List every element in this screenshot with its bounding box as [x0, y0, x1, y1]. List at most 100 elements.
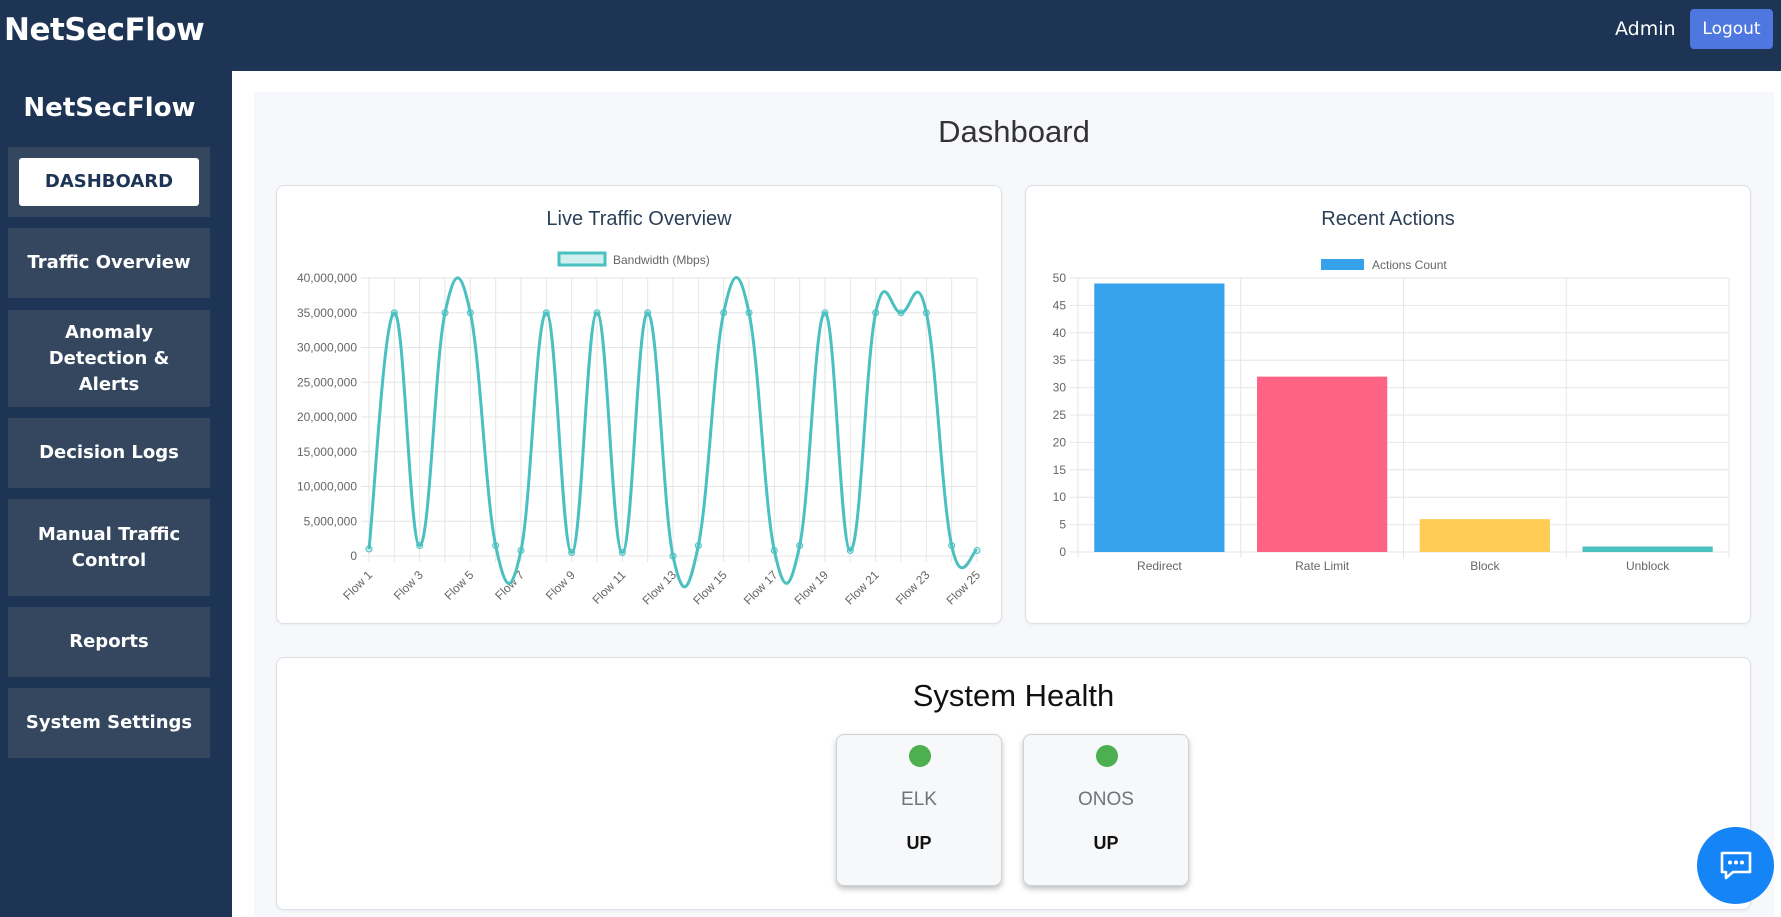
- data-point: [416, 542, 424, 550]
- y-tick-label: 20: [1053, 435, 1067, 449]
- bar: [1419, 519, 1550, 552]
- data-point: [922, 309, 930, 317]
- service-status: UP: [906, 833, 932, 853]
- x-tick-label: Flow 17: [741, 568, 781, 608]
- data-point: [593, 309, 601, 317]
- system-health-card: System Health ELK UP ONOS UP: [276, 657, 1751, 910]
- y-tick-label: 30,000,000: [297, 341, 357, 355]
- data-point: [441, 309, 449, 317]
- user-name: Admin: [1615, 18, 1676, 40]
- y-tick-label: 35: [1053, 353, 1067, 367]
- chat-button[interactable]: [1697, 827, 1774, 904]
- y-tick-label: 0: [1059, 545, 1066, 559]
- sidebar-item-system-settings[interactable]: System Settings: [8, 688, 210, 758]
- sidebar-item-manual-traffic-control[interactable]: Manual Traffic Control: [8, 499, 210, 596]
- data-point: [618, 549, 626, 557]
- y-tick-label: 35,000,000: [297, 306, 357, 320]
- actions-bar-chart: Actions Count 0 5 10 15 20 25 30 35 40 45 50 Redirec…: [1053, 258, 1730, 573]
- sidebar-item-anomaly-detection[interactable]: Anomaly Detection & Alerts: [8, 310, 210, 407]
- y-tick-label: 50: [1053, 271, 1067, 285]
- data-point: [948, 542, 956, 550]
- brand-logo[interactable]: NetSecFlow: [4, 12, 205, 48]
- y-tick-label: 20,000,000: [297, 410, 357, 424]
- sidebar-item-decision-logs[interactable]: Decision Logs: [8, 418, 210, 488]
- logout-button[interactable]: Logout: [1690, 9, 1773, 49]
- data-point: [821, 309, 829, 317]
- traffic-line-chart: Bandwidth (Mbps) 0 5,000,000 10,000,000 15,0…: [297, 251, 984, 608]
- y-tick-label: 0: [350, 549, 357, 563]
- x-tick-label: Redirect: [1137, 559, 1182, 573]
- sidebar-item-traffic-overview[interactable]: Traffic Overview: [8, 228, 210, 298]
- x-tick-label: Flow 19: [792, 568, 832, 608]
- y-tick-label: 40: [1053, 326, 1067, 340]
- data-point: [973, 546, 981, 554]
- data-point: [568, 549, 576, 557]
- sidebar-item-label: System Settings: [25, 712, 193, 733]
- status-dot: [909, 745, 931, 767]
- x-tick-label: Unblock: [1626, 559, 1670, 573]
- x-tick-label: Flow 15: [690, 568, 730, 608]
- y-tick-label: 15,000,000: [297, 445, 357, 459]
- status-dot: [1096, 745, 1118, 767]
- data-point: [770, 546, 778, 554]
- data-point: [796, 542, 804, 550]
- service-name: ONOS: [1078, 789, 1134, 810]
- data-point: [466, 309, 474, 317]
- service-name: ELK: [901, 789, 937, 810]
- y-tick-label: 10: [1053, 490, 1067, 504]
- x-tick-label: Flow 21: [842, 568, 882, 608]
- chat-icon: [1720, 851, 1751, 879]
- x-tick-label: Block: [1470, 559, 1500, 573]
- traffic-chart-card: Live Traffic Overview Bandwidth (Mbps) 0 5…: [276, 185, 1002, 624]
- system-health-title: System Health: [912, 678, 1115, 713]
- main-content: Dashboard Live Traffic Overview Bandwidt…: [254, 92, 1774, 917]
- sidebar-title: NetSecFlow: [23, 93, 196, 123]
- service-card-onos: ONOS UP: [1023, 734, 1189, 886]
- data-point: [365, 545, 373, 553]
- sidebar-item-dashboard[interactable]: DASHBOARD: [8, 147, 210, 217]
- data-point: [846, 546, 854, 554]
- y-tick-label: 25: [1053, 408, 1067, 422]
- data-point: [644, 309, 652, 317]
- y-tick-label: 5,000,000: [304, 514, 358, 528]
- y-tick-label: 45: [1053, 298, 1067, 312]
- top-navbar: NetSecFlow Admin Logout: [0, 0, 1781, 71]
- x-tick-label: Rate Limit: [1295, 559, 1350, 573]
- sidebar: NetSecFlow DASHBOARD Traffic Overview An…: [0, 71, 232, 917]
- legend-label: Actions Count: [1372, 258, 1447, 272]
- sidebar-item-reports[interactable]: Reports: [8, 607, 210, 677]
- sidebar-item-label: Traffic Overview: [27, 252, 191, 273]
- sidebar-item-label: Reports: [69, 631, 149, 652]
- sidebar-item-label: Decision Logs: [39, 442, 179, 463]
- data-point: [872, 309, 880, 317]
- legend-swatch: [1321, 259, 1364, 270]
- x-tick-label: Flow 1: [340, 568, 375, 603]
- y-tick-label: 5: [1059, 518, 1066, 532]
- x-tick-label: Flow 23: [893, 568, 933, 608]
- page-title: Dashboard: [938, 114, 1090, 149]
- x-tick-label: Flow 3: [391, 568, 426, 603]
- sidebar-item-label: DASHBOARD: [19, 158, 199, 206]
- y-tick-label: 15: [1053, 463, 1067, 477]
- x-tick-label: Flow 5: [442, 568, 477, 603]
- y-tick-label: 30: [1053, 381, 1067, 395]
- x-tick-label: Flow 11: [589, 568, 628, 607]
- data-point: [390, 309, 398, 317]
- y-tick-label: 10,000,000: [297, 480, 357, 494]
- x-tick-label: Flow 9: [543, 568, 578, 603]
- y-tick-label: 40,000,000: [297, 271, 357, 285]
- service-status: UP: [1093, 833, 1119, 853]
- x-tick-label: Flow 7: [492, 568, 527, 603]
- actions-chart-card: Recent Actions Actions Count 0 5 10 15 20 25 30…: [1025, 185, 1751, 624]
- data-point: [492, 542, 500, 550]
- bar: [1094, 283, 1225, 552]
- data-point: [897, 309, 905, 317]
- data-point: [745, 309, 753, 317]
- legend-label: Bandwidth (Mbps): [613, 253, 710, 267]
- x-tick-label: Flow 25: [944, 568, 984, 608]
- bar: [1257, 376, 1388, 552]
- data-point: [720, 309, 728, 317]
- data-point: [542, 309, 550, 317]
- sidebar-item-label: Anomaly Detection & Alerts: [48, 321, 170, 395]
- data-point: [694, 542, 702, 550]
